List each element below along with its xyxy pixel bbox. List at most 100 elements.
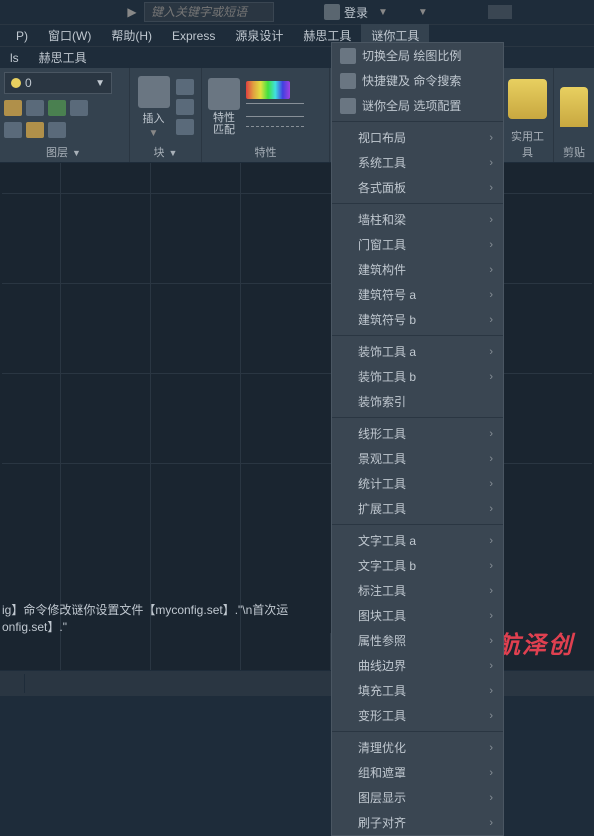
paste-icon[interactable] [560, 87, 588, 127]
lineweight-combo[interactable] [246, 103, 304, 117]
menu-label: 系统工具 [358, 154, 406, 171]
menu-label: 建筑符号 b [358, 311, 416, 328]
menu-icon [340, 48, 356, 64]
menu-item[interactable]: 统计工具› [332, 471, 503, 496]
chevron-right-icon: › [489, 182, 493, 194]
menu-item[interactable]: 装饰工具 b› [332, 364, 503, 389]
linetype-combo[interactable] [246, 126, 304, 127]
panel-clipboard: 剪贴 [554, 68, 594, 162]
menu-item[interactable]: 扩展工具› [332, 496, 503, 521]
panel-utilities: 实用工具 [502, 68, 554, 162]
chevron-right-icon: › [489, 428, 493, 440]
menu-separator [332, 524, 503, 525]
menu-label: 装饰索引 [358, 393, 406, 410]
menu-item[interactable]: 文字工具 b› [332, 553, 503, 578]
menu-label: 建筑构件 [358, 261, 406, 278]
menu-item-express[interactable]: Express [162, 26, 225, 46]
menu-item[interactable]: 系统工具› [332, 150, 503, 175]
chevron-down-icon: ▼ [149, 128, 159, 139]
login-button[interactable]: 登录 ▼ [324, 4, 388, 21]
layer-tool-icon[interactable] [70, 100, 88, 116]
menu-item[interactable]: 变形工具› [332, 703, 503, 728]
menu-label: 属性参照 [358, 632, 406, 649]
chevron-down-icon[interactable]: ▼ [418, 7, 428, 18]
menu-label: 标注工具 [358, 582, 406, 599]
layer-combo[interactable]: 0 ▼ [4, 72, 112, 94]
menu-item[interactable]: 曲线边界› [332, 653, 503, 678]
menu-item[interactable]: P) [6, 26, 38, 46]
menu-item-help[interactable]: 帮助(H) [101, 24, 162, 47]
menu-item[interactable]: 清理优化› [332, 735, 503, 760]
layer-tool-icon[interactable] [48, 100, 66, 116]
layer-tool-icon[interactable] [4, 100, 22, 116]
ribbon-tab-hesi[interactable]: 赫思工具 [29, 46, 97, 69]
menu-item[interactable]: 填充工具› [332, 678, 503, 703]
chevron-right-icon: › [489, 132, 493, 144]
bulb-icon [11, 78, 21, 88]
menu-item[interactable]: 图层显示› [332, 785, 503, 810]
mini-tools-menu: 切换全局 绘图比例快捷键及 命令搜索谜你全局 选项配置 视口布局›系统工具›各式… [331, 42, 504, 836]
chevron-right-icon: › [489, 239, 493, 251]
menu-separator [332, 731, 503, 732]
menu-label: 墙柱和梁 [358, 211, 406, 228]
menu-label: 建筑符号 a [358, 286, 416, 303]
chevron-right-icon: › [489, 585, 493, 597]
chevron-down-icon: ▼ [72, 148, 81, 158]
menu-label: 装饰工具 b [358, 368, 416, 385]
layer-tool-icon[interactable] [26, 122, 44, 138]
status-tab[interactable] [0, 674, 25, 693]
ribbon-tab[interactable]: ls [0, 48, 29, 68]
chevron-right-icon: › [489, 742, 493, 754]
block-tool-icon[interactable] [176, 99, 194, 115]
menu-item[interactable]: 图块工具› [332, 603, 503, 628]
panel-label: 块▼ [136, 142, 195, 160]
block-tool-icon[interactable] [176, 119, 194, 135]
menu-item[interactable]: 门窗工具 › [332, 232, 503, 257]
menu-item[interactable]: 装饰索引 [332, 389, 503, 414]
menu-top-item[interactable]: 谜你全局 选项配置 [332, 93, 503, 118]
utilities-icon[interactable] [508, 79, 547, 119]
menu-label: 门窗工具 [358, 236, 406, 253]
command-line[interactable]: ig】命令修改谜你设置文件【myconfig.set】."\n首次运 onfig… [2, 602, 334, 636]
layer-tool-icon[interactable] [26, 100, 44, 116]
chevron-right-icon: › [489, 535, 493, 547]
match-properties-button[interactable]: 特性 匹配 [208, 78, 240, 136]
menu-top-item[interactable]: 快捷键及 命令搜索 [332, 68, 503, 93]
drawing-canvas[interactable]: ig】命令修改谜你设置文件【myconfig.set】."\n首次运 onfig… [0, 163, 594, 696]
menu-item[interactable]: 建筑构件› [332, 257, 503, 282]
menu-label: 文字工具 a [358, 532, 416, 549]
menu-item[interactable]: 属性参照› [332, 628, 503, 653]
menu-item[interactable]: 文字工具 a › [332, 528, 503, 553]
layer-tool-icon[interactable] [48, 122, 66, 138]
menu-item[interactable]: 刷子对齐› [332, 810, 503, 835]
color-palette[interactable] [246, 81, 290, 99]
panel-label: 剪贴 [560, 142, 588, 160]
insert-button[interactable]: 插入 ▼ [138, 76, 170, 139]
menu-item[interactable]: 建筑符号 a› [332, 282, 503, 307]
menu-item[interactable]: 装饰工具 a› [332, 339, 503, 364]
menu-item[interactable]: 组和遮罩› [332, 760, 503, 785]
chevron-right-icon: › [489, 610, 493, 622]
menu-item[interactable]: 标注工具 › [332, 578, 503, 603]
block-tool-icon[interactable] [176, 79, 194, 95]
status-bar [0, 670, 594, 696]
menu-text: 切换全局 绘图比例 [362, 47, 461, 64]
chevron-right-icon: › [489, 453, 493, 465]
menu-item[interactable]: 景观工具 › [332, 446, 503, 471]
search-input[interactable] [144, 2, 274, 22]
menu-label: 景观工具 [358, 450, 406, 467]
menu-item[interactable]: 墙柱和梁› [332, 207, 503, 232]
chevron-down-icon: ▼ [95, 78, 105, 89]
menu-item-yuanquan[interactable]: 源泉设计 [225, 24, 293, 47]
menu-item[interactable]: 建筑符号 b› [332, 307, 503, 332]
window-control[interactable] [488, 5, 512, 19]
menu-item-window[interactable]: 窗口(W) [38, 24, 101, 47]
menu-item[interactable]: 视口布局› [332, 125, 503, 150]
menu-top-item[interactable]: 切换全局 绘图比例 [332, 43, 503, 68]
menu-item[interactable]: 线形工具› [332, 421, 503, 446]
layer-value: 0 [25, 76, 91, 90]
menu-bar: P) 窗口(W) 帮助(H) Express 源泉设计 赫思工具 谜你工具 [0, 24, 594, 46]
layer-tool-icon[interactable] [4, 122, 22, 138]
menu-item[interactable]: 各式面板› [332, 175, 503, 200]
chevron-right-icon: › [489, 560, 493, 572]
